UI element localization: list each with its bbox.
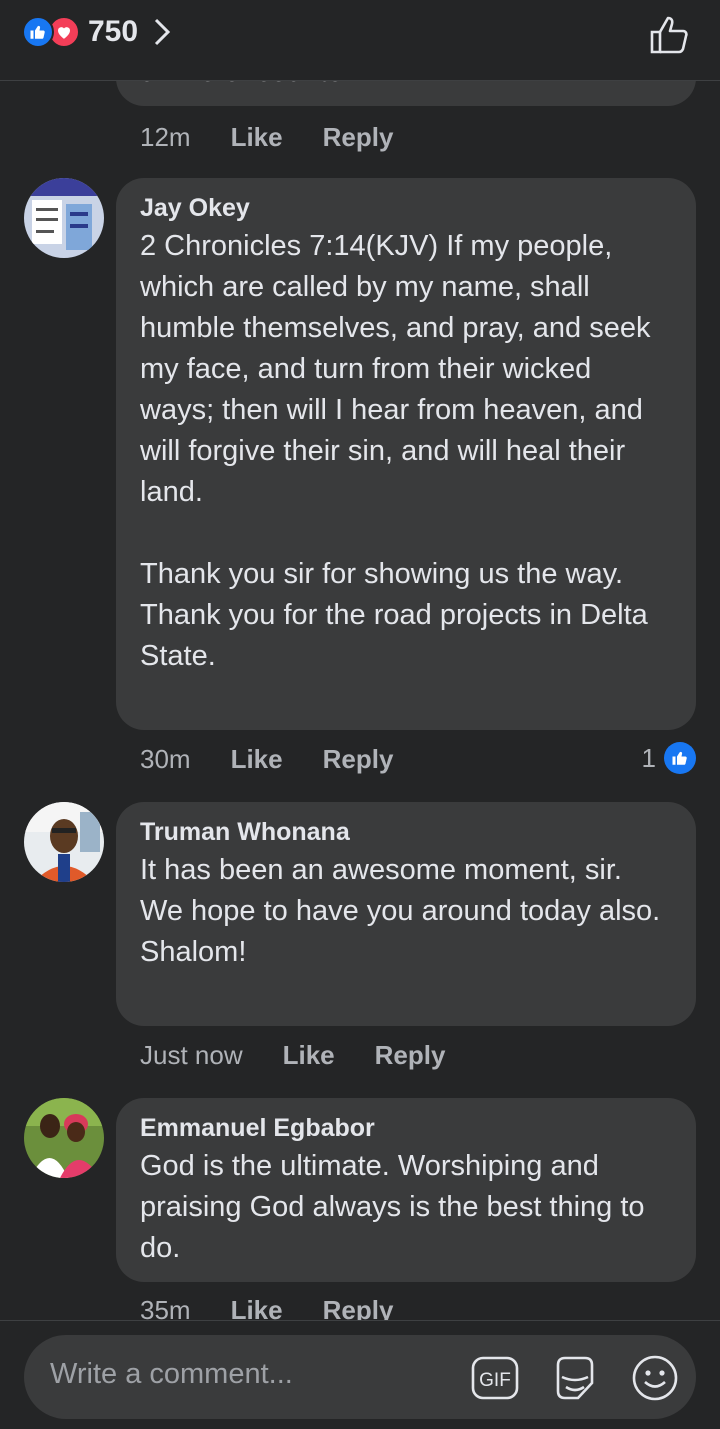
emoji-icon[interactable] [630,1353,680,1403]
avatar[interactable] [24,802,104,882]
comment-input[interactable]: Write a comment... GIF [24,1335,696,1419]
thumbs-up-outline-icon[interactable] [648,12,692,56]
comment-author[interactable]: Emmanuel Egbabor [140,1112,672,1144]
comment-meta: Just now Like Reply [140,1040,445,1071]
comment-time: Just now [140,1040,243,1070]
sticker-icon[interactable] [550,1353,600,1403]
comment-time: 35m [140,1295,191,1320]
avatar[interactable] [24,1098,104,1178]
like-reaction-icon [664,742,696,774]
reactions-summary[interactable]: 750 [22,14,176,50]
comment-reaction-count[interactable]: 1 [642,742,696,774]
svg-text:GIF: GIF [479,1370,511,1391]
comment-text: God is the ultimate. Worshiping and prai… [140,1150,653,1264]
chevron-right-icon [152,16,176,48]
like-link[interactable]: Like [283,1040,335,1071]
comment-bubble[interactable]: Emmanuel Egbabor God is the ultimate. Wo… [116,1098,696,1282]
comment-author[interactable]: Jay Okey [140,192,672,224]
comment-input-placeholder: Write a comment... [50,1358,293,1390]
gif-icon[interactable]: GIF [470,1353,520,1403]
like-link[interactable]: Like [231,1295,283,1320]
like-reaction-icon [22,16,54,48]
comment-time: 12m [140,122,191,152]
avatar[interactable] [24,178,104,258]
reply-link[interactable]: Reply [323,1295,394,1320]
comment-composer: Write a comment... GIF [0,1320,720,1429]
comment-author[interactable]: Truman Whonana [140,816,672,848]
reply-link[interactable]: Reply [375,1040,446,1071]
reply-link[interactable]: Reply [323,122,394,153]
comment-text: 2 Chronicles 7:14(KJV) If my people, whi… [140,230,651,672]
comment-bubble[interactable]: Truman Whonana It has been an awesome mo… [116,802,696,1026]
comment-bubble[interactable]: Jay Okey 2 Chronicles 7:14(KJV) If my pe… [116,178,696,730]
comment-meta: 12m Like Reply [140,122,393,153]
reply-link[interactable]: Reply [323,744,394,775]
comment-feed[interactable]: divine encounter. 12m Like Reply Jay Oke… [0,0,720,1320]
like-link[interactable]: Like [231,744,283,775]
comment-meta: 35m Like Reply [140,1295,393,1320]
comment-text: It has been an awesome moment, sir. We h… [140,854,661,968]
reactions-header: 750 [0,0,720,81]
comment-meta: 30m Like Reply [140,744,393,775]
like-link[interactable]: Like [231,122,283,153]
comment-time: 30m [140,744,191,774]
reaction-count-text: 1 [641,742,656,773]
reaction-count: 750 [88,15,139,48]
